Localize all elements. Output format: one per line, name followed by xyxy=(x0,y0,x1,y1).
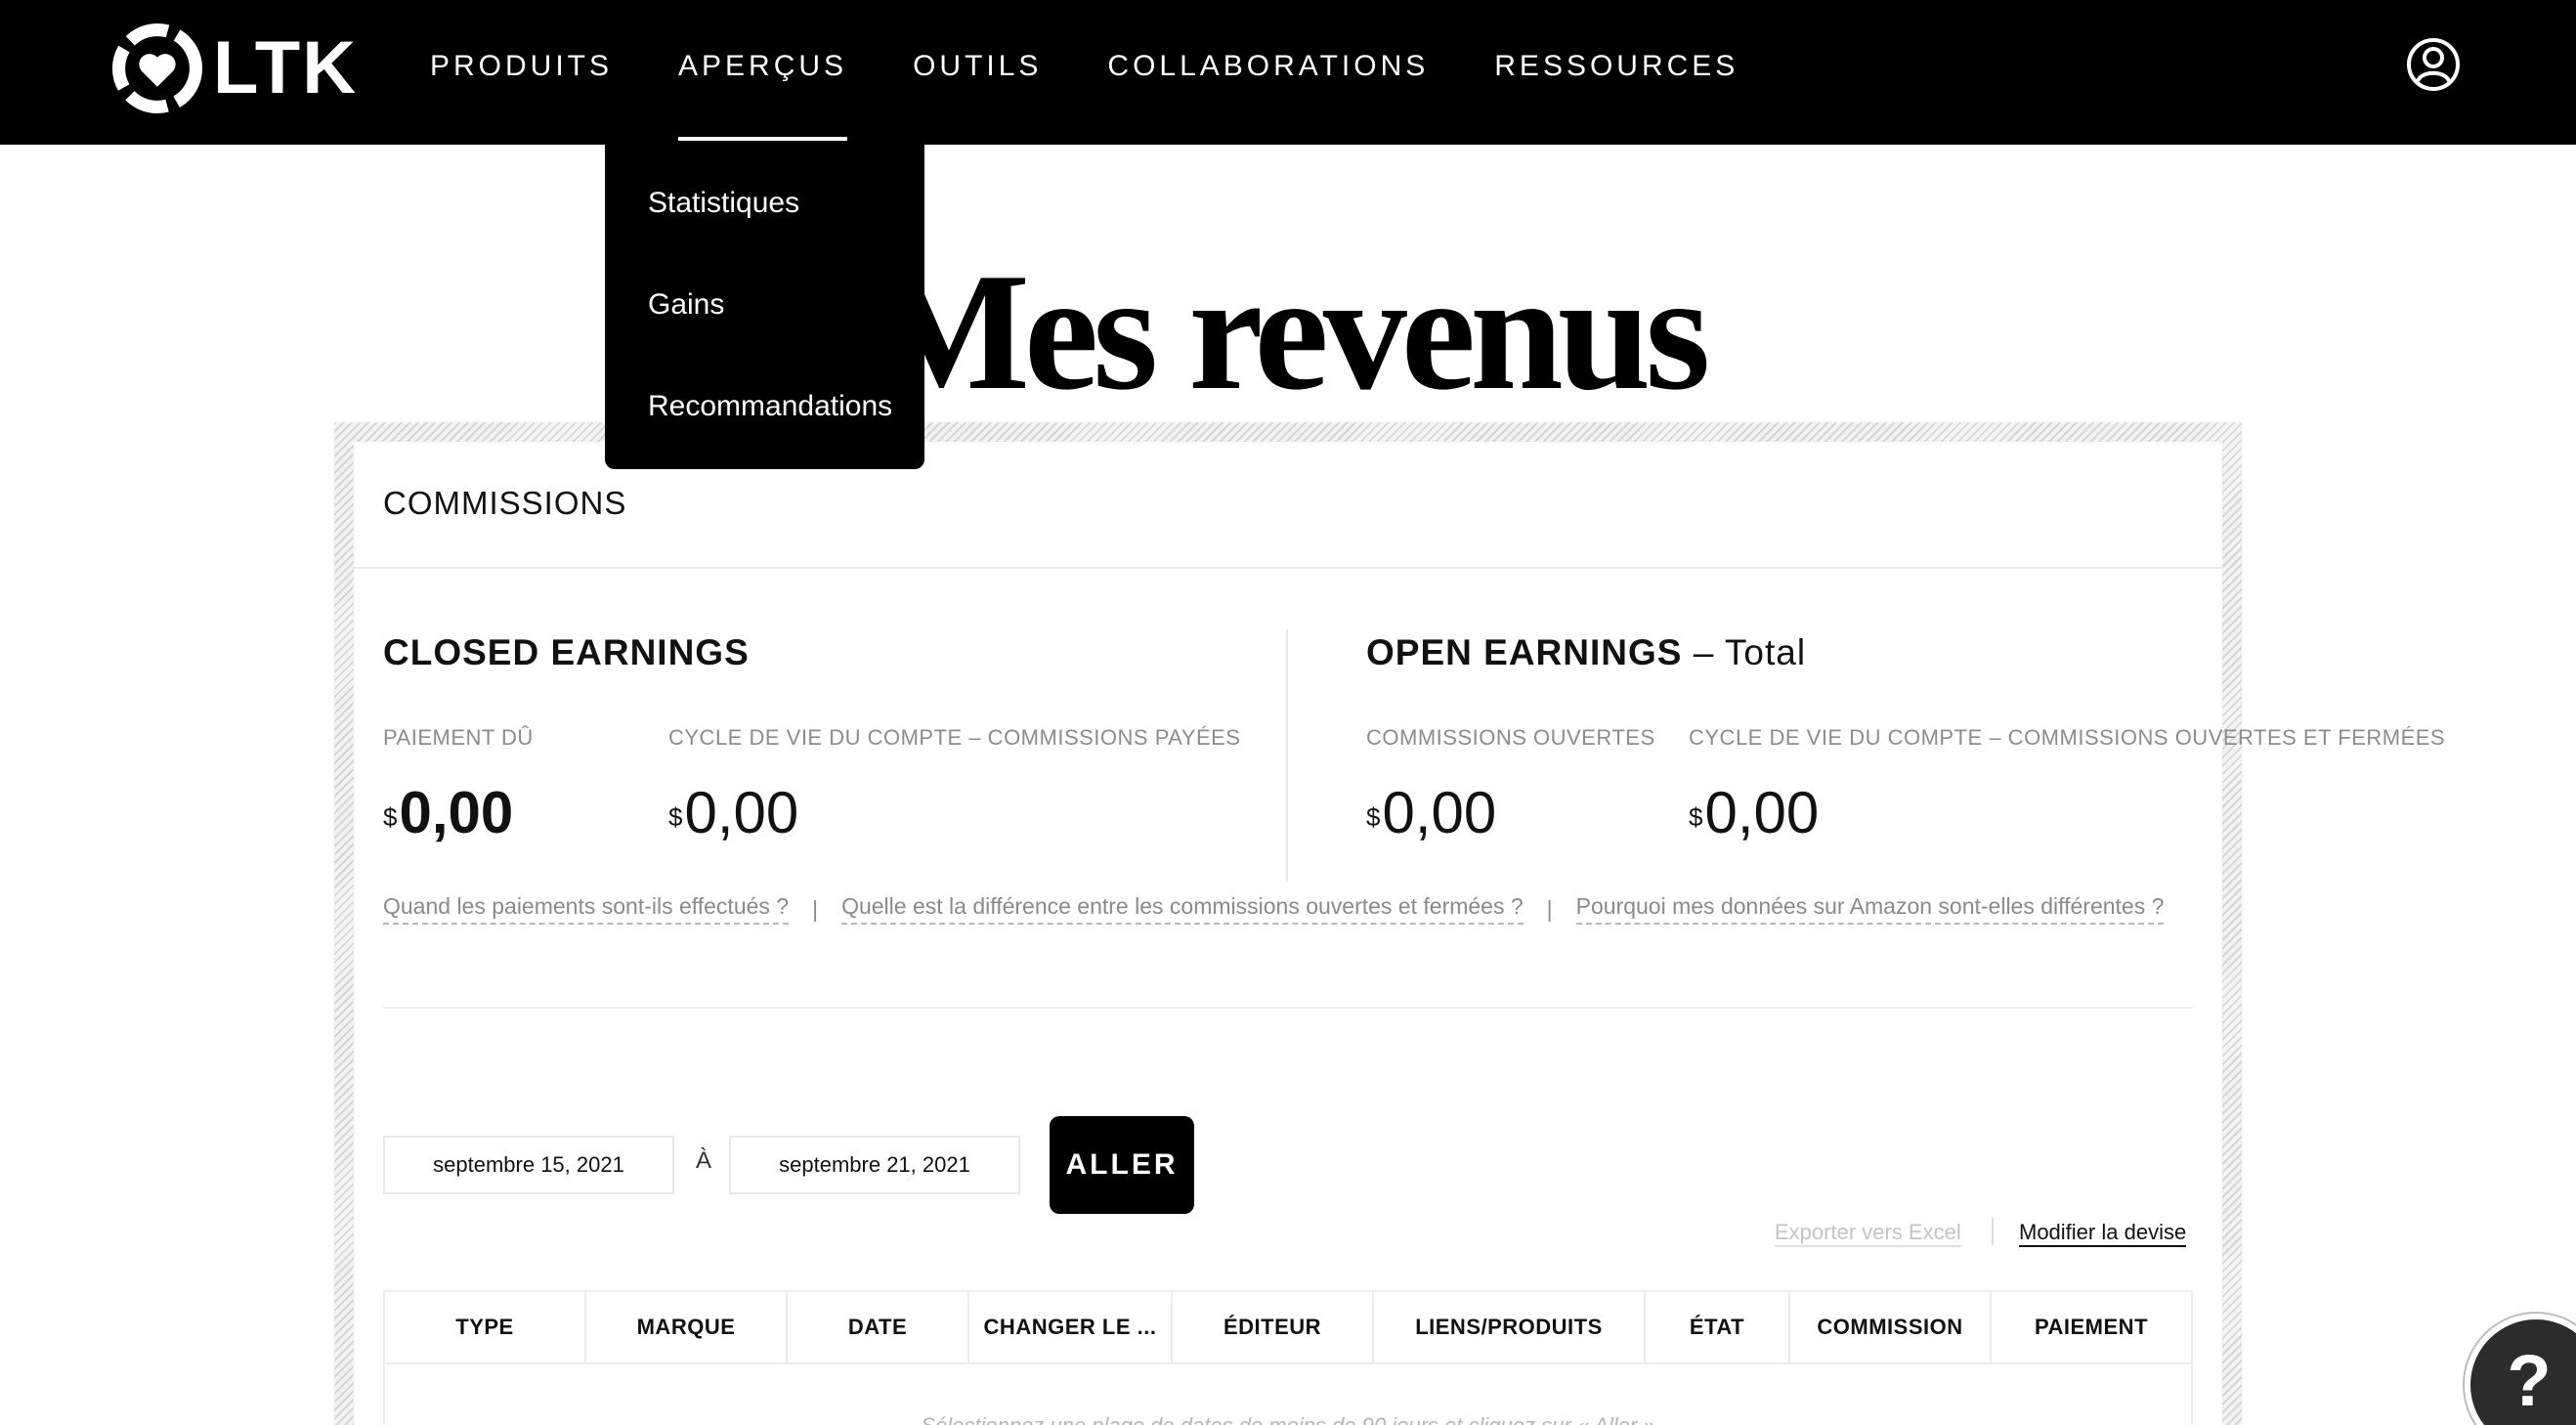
end-date-input[interactable] xyxy=(729,1136,1020,1194)
lifetime-open-closed-amount: 0,00 xyxy=(1704,780,1820,845)
link-separator xyxy=(1992,1218,1994,1245)
top-navigation-bar: LTK PRODUITS APERÇUS OUTILS COLLABORATIO… xyxy=(0,0,2576,145)
faq-link-open-vs-closed[interactable]: Quelle est la différence entre les commi… xyxy=(841,893,1524,925)
open-earnings-suffix: – Total xyxy=(1682,632,1807,672)
currency-symbol: $ xyxy=(383,802,398,832)
closed-earnings-title: CLOSED EARNINGS xyxy=(383,632,750,672)
commissions-table: TYPE MARQUE DATE CHANGER LE ... ÉDITEUR … xyxy=(383,1290,2193,1425)
commissions-card-frame: COMMISSIONS CLOSED EARNINGS PAIEMENT DÛ … xyxy=(334,422,2445,1425)
main-nav: PRODUITS APERÇUS OUTILS COLLABORATIONS R… xyxy=(430,43,1804,141)
ltk-logo-icon xyxy=(111,22,203,114)
logo-text: LTK xyxy=(213,26,359,109)
nav-item-apercus[interactable]: APERÇUS xyxy=(678,43,848,141)
apercus-dropdown-menu: Statistiques Gains Recommandations xyxy=(605,145,924,469)
menu-item-gains[interactable]: Gains xyxy=(605,285,924,387)
column-header-type[interactable]: TYPE xyxy=(385,1292,586,1362)
open-commissions-label: COMMISSIONS OUVERTES xyxy=(1366,725,1655,750)
column-header-commission[interactable]: COMMISSION xyxy=(1790,1292,1992,1362)
lifetime-paid-amount: 0,00 xyxy=(684,780,799,845)
open-earnings-heading: OPEN EARNINGS – Total xyxy=(1366,632,1806,673)
start-date-input[interactable] xyxy=(383,1136,674,1194)
closed-earnings-heading: CLOSED EARNINGS xyxy=(383,632,750,673)
open-commissions-amount: 0,00 xyxy=(1382,780,1497,845)
section-divider xyxy=(383,1007,2193,1009)
column-header-publisher[interactable]: ÉDITEUR xyxy=(1173,1292,1374,1362)
account-icon[interactable] xyxy=(2406,37,2461,92)
column-header-date[interactable]: DATE xyxy=(788,1292,969,1362)
faq-separator: | xyxy=(1546,895,1553,922)
currency-symbol: $ xyxy=(1689,802,1703,832)
lifetime-paid-value: $0,00 xyxy=(668,782,798,844)
faq-link-payment-timing[interactable]: Quand les paiements sont-ils effectués ? xyxy=(383,893,790,925)
table-body: Sélectionnez une plage de dates de moins… xyxy=(385,1364,2191,1425)
nav-item-collaborations[interactable]: COLLABORATIONS xyxy=(1107,43,1429,90)
open-commissions-value: $0,00 xyxy=(1366,782,1496,844)
currency-symbol: $ xyxy=(668,802,683,832)
page-title: Mes revenus xyxy=(871,239,1711,425)
earnings-divider xyxy=(1286,629,1288,882)
lifetime-paid-label: CYCLE DE VIE DU COMPTE – COMMISSIONS PAY… xyxy=(668,725,1241,750)
lifetime-open-closed-value: $0,00 xyxy=(1689,782,1819,844)
change-currency-link[interactable]: Modifier la devise xyxy=(2019,1220,2187,1247)
payment-due-value: $0,00 xyxy=(383,782,513,844)
help-button[interactable]: ? xyxy=(2465,1314,2576,1425)
table-empty-message: Sélectionnez une plage de dates de moins… xyxy=(385,1413,2191,1425)
faq-separator: | xyxy=(812,895,819,922)
table-header: TYPE MARQUE DATE CHANGER LE ... ÉDITEUR … xyxy=(385,1292,2191,1364)
commissions-card: COMMISSIONS CLOSED EARNINGS PAIEMENT DÛ … xyxy=(354,442,2445,1425)
faq-links: Quand les paiements sont-ils effectués ?… xyxy=(383,893,2165,925)
payment-due-amount: 0,00 xyxy=(399,780,514,845)
ltk-logo[interactable]: LTK xyxy=(111,22,358,115)
lifetime-open-closed-label: CYCLE DE VIE DU COMPTE – COMMISSIONS OUV… xyxy=(1689,725,2446,750)
date-range-separator: À xyxy=(696,1147,712,1174)
column-header-change[interactable]: CHANGER LE ... xyxy=(969,1292,1173,1362)
column-header-status[interactable]: ÉTAT xyxy=(1646,1292,1790,1362)
faq-link-amazon-data[interactable]: Pourquoi mes données sur Amazon sont-ell… xyxy=(1575,893,2165,925)
column-header-links-products[interactable]: LIENS/PRODUITS xyxy=(1374,1292,1646,1362)
go-button[interactable]: ALLER xyxy=(1050,1116,1194,1214)
nav-item-outils[interactable]: OUTILS xyxy=(913,43,1042,90)
menu-item-statistiques[interactable]: Statistiques xyxy=(605,184,924,285)
column-header-payment[interactable]: PAIEMENT xyxy=(1992,1292,2191,1362)
nav-item-produits[interactable]: PRODUITS xyxy=(430,43,613,90)
open-earnings-title: OPEN EARNINGS xyxy=(1366,632,1683,672)
menu-item-recommandations[interactable]: Recommandations xyxy=(605,387,924,489)
nav-item-ressources[interactable]: RESSOURCES xyxy=(1494,43,1739,90)
column-header-brand[interactable]: MARQUE xyxy=(586,1292,788,1362)
export-excel-link[interactable]: Exporter vers Excel xyxy=(1775,1220,1961,1247)
card-header-title: COMMISSIONS xyxy=(383,485,627,521)
payment-due-label: PAIEMENT DÛ xyxy=(383,725,534,750)
currency-symbol: $ xyxy=(1366,802,1381,832)
